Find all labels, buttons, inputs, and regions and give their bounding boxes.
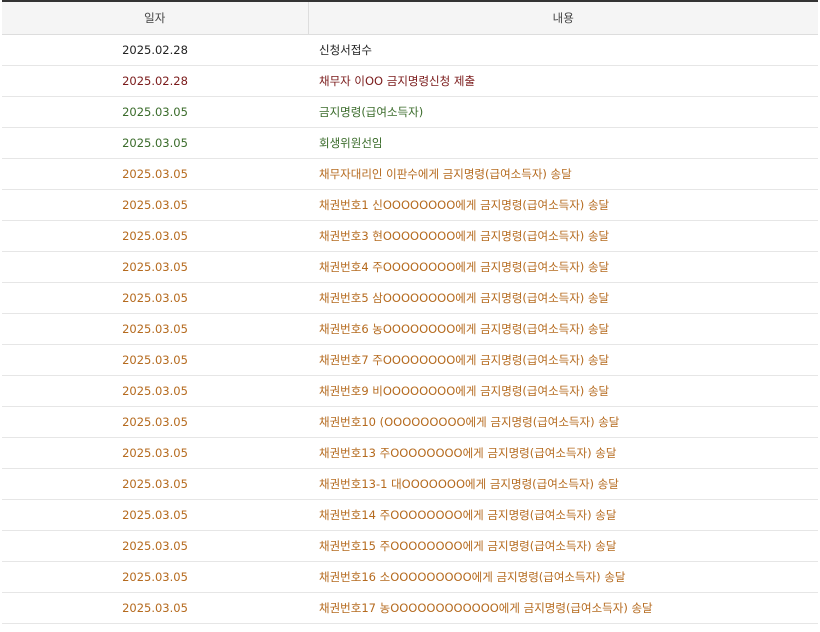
row-content: 채권번호13 주OOOOOOOO에게 금지명령(급여소득자) 송달 (308, 437, 818, 469)
row-content: 채권번호14 주OOOOOOOO에게 금지명령(급여소득자) 송달 (308, 499, 818, 531)
row-content: 채권번호10 (OOOOOOOOO에게 금지명령(급여소득자) 송달 (308, 406, 818, 438)
table-row: 2025.02.28 신청서접수 (2, 34, 818, 66)
table-row: 2025.03.05 채권번호4 주OOOOOOOO에게 금지명령(급여소득자) … (2, 251, 818, 283)
row-content: 채권번호16 소OOOOOOOOO에게 금지명령(급여소득자) 송달 (308, 561, 818, 593)
row-date: 2025.03.05 (2, 189, 308, 221)
row-date: 2025.03.05 (2, 561, 308, 593)
row-date: 2025.03.05 (2, 406, 308, 438)
table-row: 2025.03.05 채무자대리인 이판수에게 금지명령(급여소득자) 송달 (2, 158, 818, 190)
row-date: 2025.03.05 (2, 499, 308, 531)
row-content: 신청서접수 (308, 34, 818, 66)
header-date: 일자 (2, 0, 309, 35)
row-content: 채권번호6 농OOOOOOOO에게 금지명령(급여소득자) 송달 (308, 313, 818, 345)
header-row: 일자 내용 (2, 0, 818, 35)
row-date: 2025.02.28 (2, 65, 308, 97)
table-row: 2025.03.05 채권번호14 주OOOOOOOO에게 금지명령(급여소득자)… (2, 499, 818, 531)
row-date: 2025.03.05 (2, 127, 308, 159)
row-content: 채권번호7 주OOOOOOOO에게 금지명령(급여소득자) 송달 (308, 344, 818, 376)
table-row: 2025.03.05 채권번호13-1 대OOOOOOO에게 금지명령(급여소득자… (2, 468, 818, 500)
row-content: 회생위원선임 (308, 127, 818, 159)
table-row: 2025.03.05 채권번호13 주OOOOOOOO에게 금지명령(급여소득자)… (2, 437, 818, 469)
row-content: 채권번호4 주OOOOOOOO에게 금지명령(급여소득자) 송달 (308, 251, 818, 283)
row-date: 2025.03.05 (2, 96, 308, 128)
table-row: 2025.03.05 채권번호10 (OOOOOOOOO에게 금지명령(급여소득자… (2, 406, 818, 438)
row-content: 채권번호15 주OOOOOOOO에게 금지명령(급여소득자) 송달 (308, 530, 818, 562)
row-content: 금지명령(급여소득자) (308, 96, 818, 128)
header-content: 내용 (308, 0, 818, 35)
row-date: 2025.03.05 (2, 282, 308, 314)
row-content: 채무자 이OO 금지명령신청 제출 (308, 65, 818, 97)
row-date: 2025.03.05 (2, 158, 308, 190)
row-content: 채무자대리인 이판수에게 금지명령(급여소득자) 송달 (308, 158, 818, 190)
table-header: 일자 내용 (2, 0, 818, 35)
row-date: 2025.03.05 (2, 468, 308, 500)
row-content: 채권번호1 신OOOOOOOO에게 금지명령(급여소득자) 송달 (308, 189, 818, 221)
table-row: 2025.03.05 채권번호5 삼OOOOOOOO에게 금지명령(급여소득자) … (2, 282, 818, 314)
table-row: 2025.03.05 채권번호3 현OOOOOOOO에게 금지명령(급여소득자) … (2, 220, 818, 252)
row-date: 2025.03.05 (2, 592, 308, 624)
case-history-table: 일자 내용 2025.02.28 신청서접수 2025.02.28 채무자 이OO 금… (2, 0, 818, 624)
table-row: 2025.03.05 채권번호1 신OOOOOOOO에게 금지명령(급여소득자) … (2, 189, 818, 221)
row-date: 2025.03.05 (2, 437, 308, 469)
table-row: 2025.03.05 회생위원선임 (2, 127, 818, 159)
row-content: 채권번호5 삼OOOOOOOO에게 금지명령(급여소득자) 송달 (308, 282, 818, 314)
row-date: 2025.02.28 (2, 34, 308, 66)
row-content: 채권번호17 농OOOOOOOOOOOO에게 금지명령(급여소득자) 송달 (308, 592, 818, 624)
table-row: 2025.03.05 채권번호9 비OOOOOOOO에게 금지명령(급여소득자) … (2, 375, 818, 407)
table-body: 2025.02.28 신청서접수 2025.02.28 채무자 이OO 금지명령신청 … (2, 34, 818, 624)
row-date: 2025.03.05 (2, 344, 308, 376)
row-date: 2025.03.05 (2, 375, 308, 407)
row-date: 2025.03.05 (2, 313, 308, 345)
table-row: 2025.03.05 채권번호15 주OOOOOOOO에게 금지명령(급여소득자)… (2, 530, 818, 562)
row-date: 2025.03.05 (2, 220, 308, 252)
row-date: 2025.03.05 (2, 251, 308, 283)
table-row: 2025.03.05 채권번호17 농OOOOOOOOOOOO에게 금지명령(급여… (2, 592, 818, 624)
case-history-panel: 일자 내용 2025.02.28 신청서접수 2025.02.28 채무자 이OO 금… (2, 0, 818, 624)
row-content: 채권번호3 현OOOOOOOO에게 금지명령(급여소득자) 송달 (308, 220, 818, 252)
row-content: 채권번호9 비OOOOOOOO에게 금지명령(급여소득자) 송달 (308, 375, 818, 407)
table-row: 2025.03.05 금지명령(급여소득자) (2, 96, 818, 128)
table-row: 2025.03.05 채권번호6 농OOOOOOOO에게 금지명령(급여소득자) … (2, 313, 818, 345)
table-row: 2025.02.28 채무자 이OO 금지명령신청 제출 (2, 65, 818, 97)
row-content: 채권번호13-1 대OOOOOOO에게 금지명령(급여소득자) 송달 (308, 468, 818, 500)
row-date: 2025.03.05 (2, 530, 308, 562)
table-row: 2025.03.05 채권번호16 소OOOOOOOOO에게 금지명령(급여소득자… (2, 561, 818, 593)
table-row: 2025.03.05 채권번호7 주OOOOOOOO에게 금지명령(급여소득자) … (2, 344, 818, 376)
